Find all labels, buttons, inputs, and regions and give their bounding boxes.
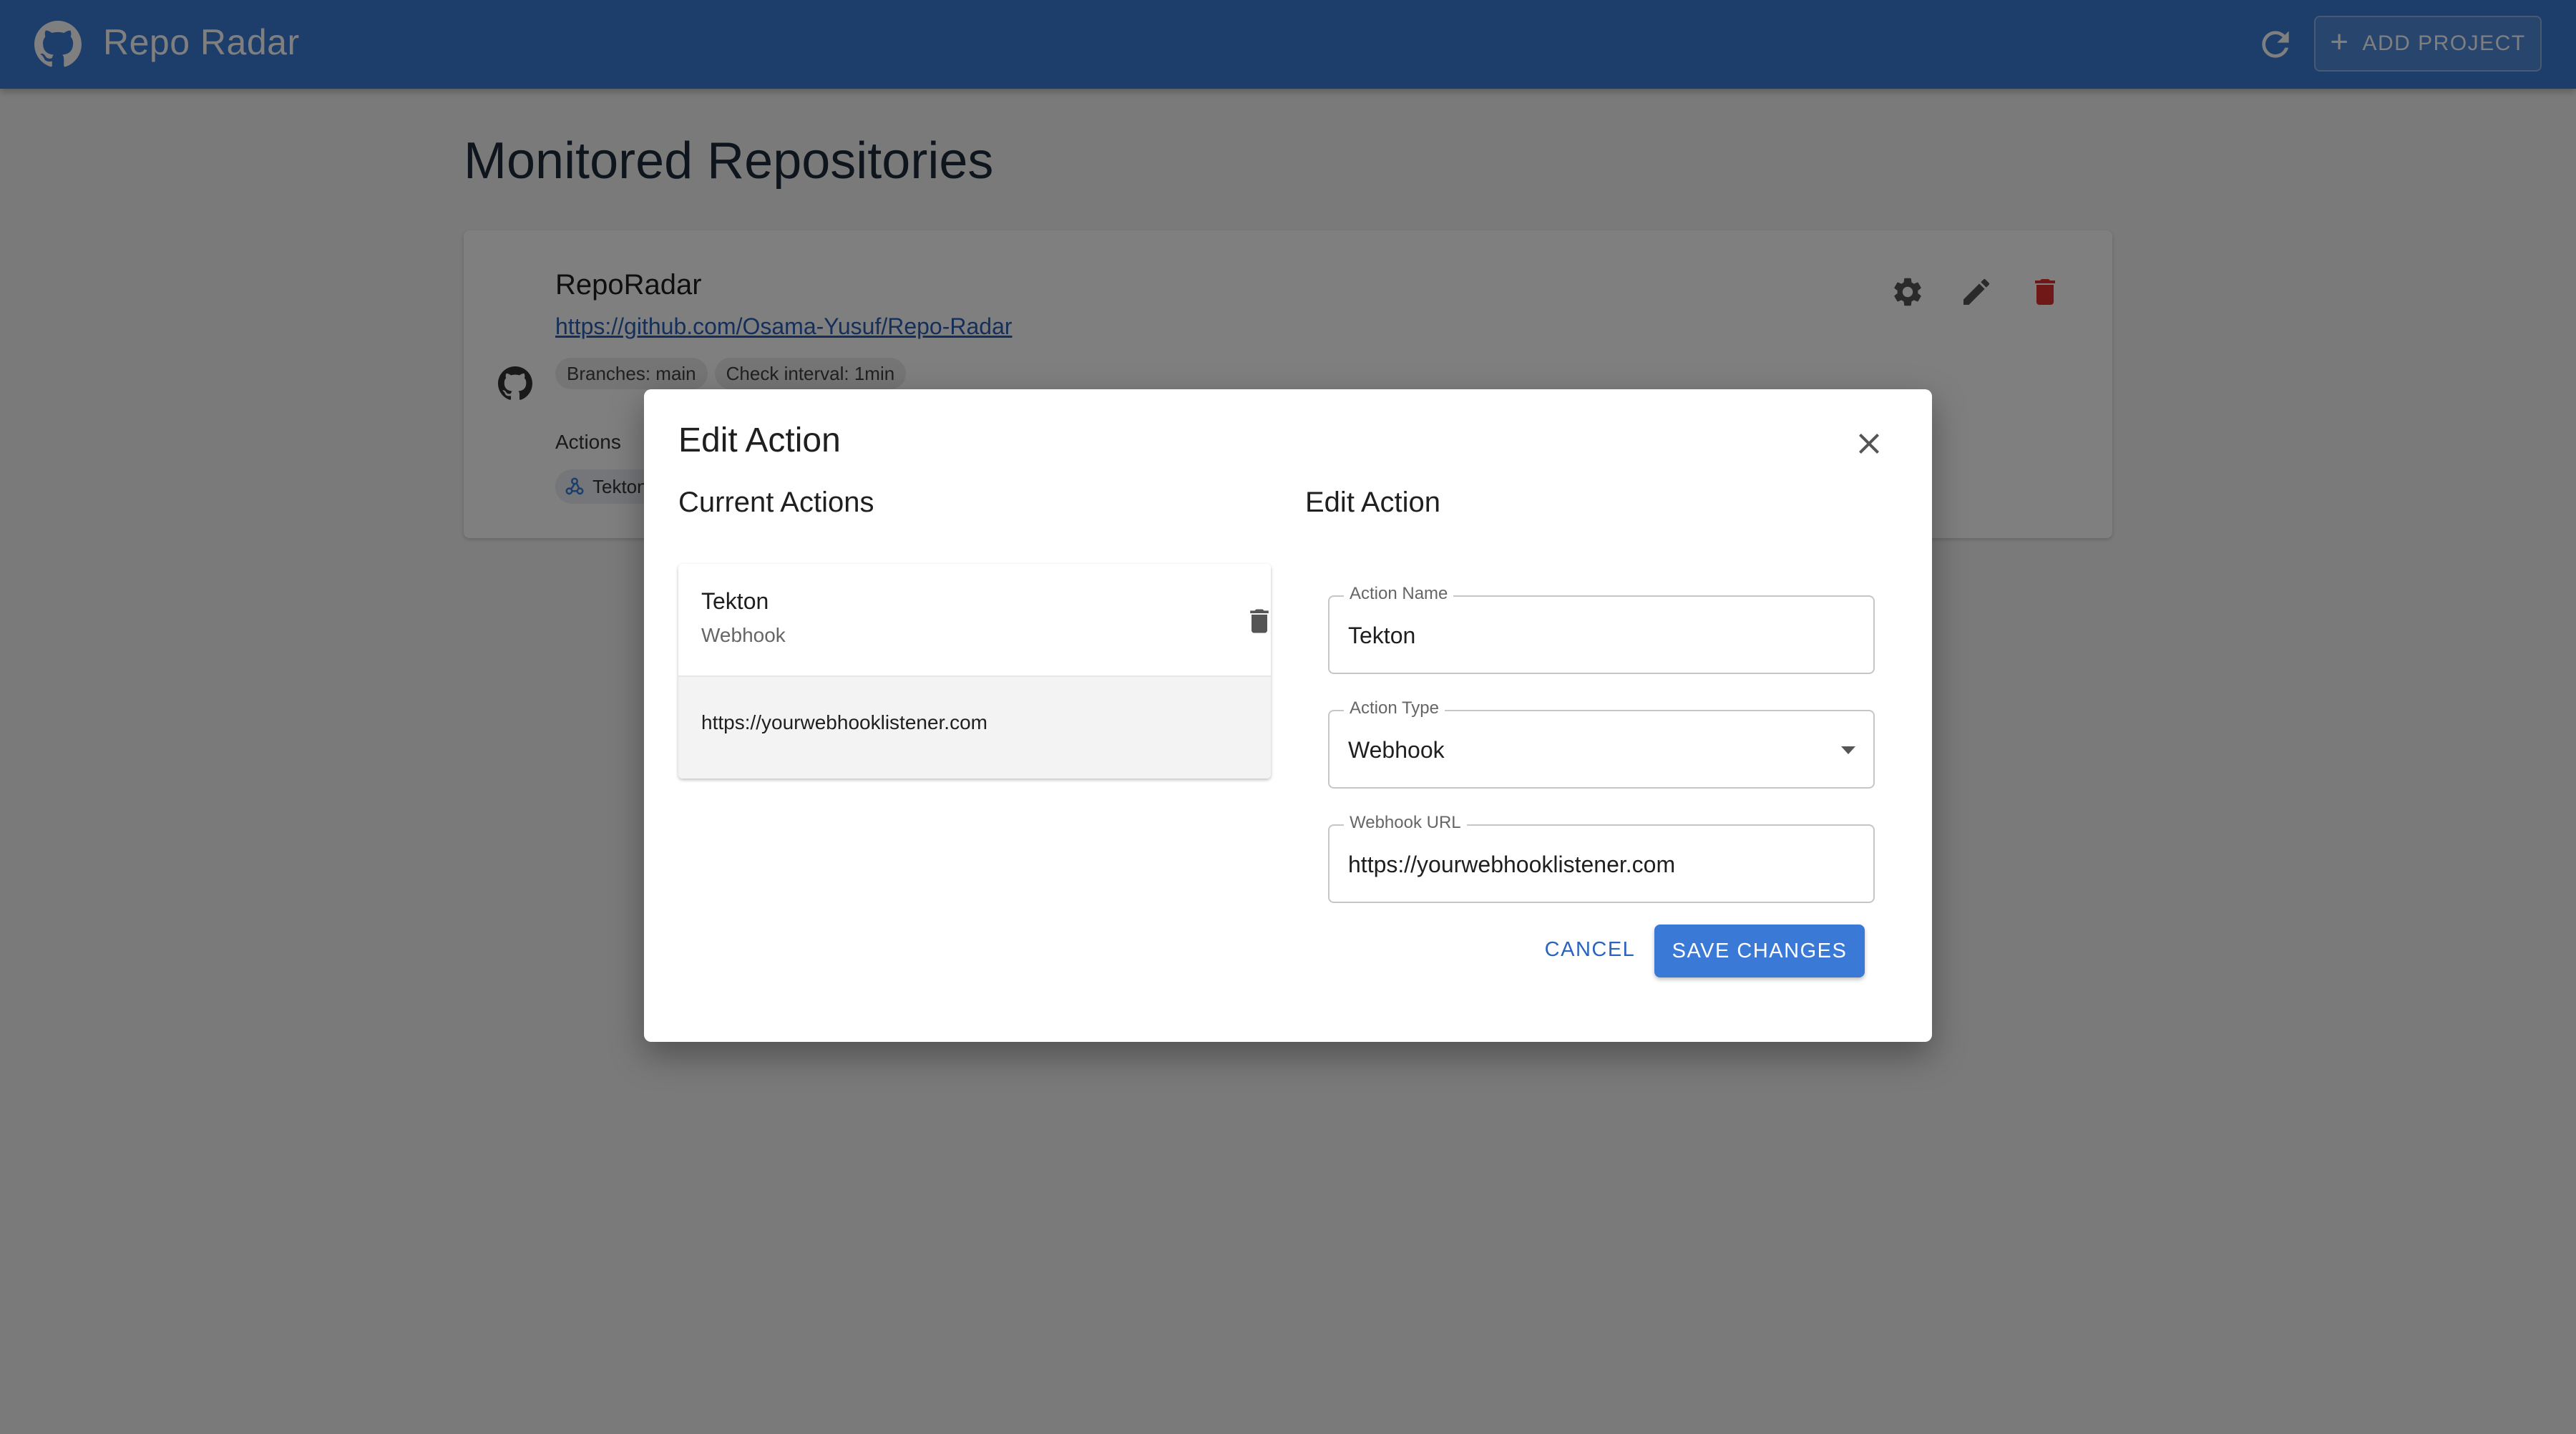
webhook-url-label: Webhook URL: [1344, 813, 1467, 833]
webhook-url-value: https://yourwebhooklistener.com: [1348, 852, 1676, 877]
cancel-button[interactable]: CANCEL: [1536, 925, 1644, 975]
webhook-url-field[interactable]: Webhook URL https://yourwebhooklistener.…: [1328, 813, 1875, 903]
action-name-label: Action Name: [1344, 584, 1454, 604]
current-action-header: Tekton Webhook: [678, 564, 1271, 675]
action-type-value: Webhook: [1348, 737, 1445, 763]
dialog-title: Edit Action: [678, 421, 841, 459]
edit-action-dialog: Edit Action Current Actions Edit Action …: [644, 389, 1932, 1042]
action-type-select[interactable]: Action Type Webhook: [1328, 698, 1875, 789]
action-name-field[interactable]: Action Name Tekton: [1328, 584, 1875, 674]
save-changes-button[interactable]: SAVE CHANGES: [1654, 925, 1865, 977]
current-action-details: https://yourwebhooklistener.com: [678, 675, 1271, 779]
current-action-card[interactable]: Tekton Webhook https://yourwebhooklisten…: [678, 564, 1271, 779]
current-action-name: Tekton: [701, 588, 769, 614]
caret-down-icon: [1841, 746, 1855, 754]
current-actions-title: Current Actions: [678, 487, 874, 518]
close-icon[interactable]: [1852, 426, 1886, 461]
current-action-type: Webhook: [701, 624, 786, 646]
current-action-url: https://yourwebhooklistener.com: [701, 711, 987, 733]
action-type-label: Action Type: [1344, 698, 1445, 718]
action-name-value: Tekton: [1348, 623, 1416, 648]
trash-icon[interactable]: [1244, 604, 1271, 638]
edit-action-section-title: Edit Action: [1305, 487, 1441, 518]
